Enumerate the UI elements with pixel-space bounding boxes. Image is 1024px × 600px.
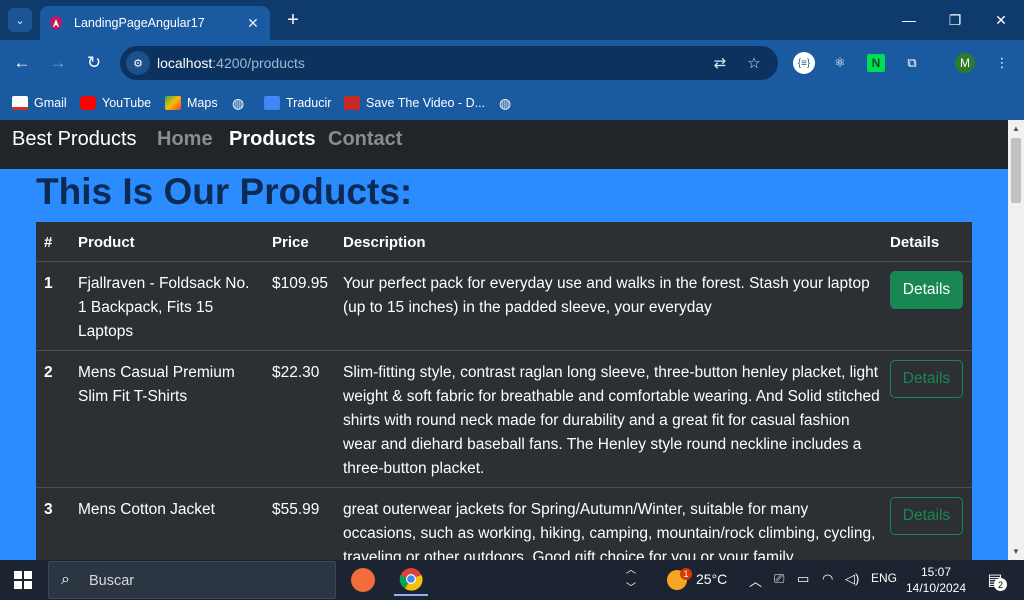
details-button[interactable]: Details: [890, 497, 963, 535]
bookmark-star-icon[interactable]: ☆: [744, 53, 764, 73]
translate-icon: [264, 96, 280, 110]
notification-count: 2: [994, 578, 1007, 591]
product-name: Mens Casual Premium Slim Fit T-Shirts: [78, 364, 235, 405]
menu-kebab-icon[interactable]: ⋮: [990, 51, 1014, 75]
chrome-icon: [399, 568, 423, 591]
product-name: Mens Cotton Jacket: [78, 501, 215, 518]
row-number: 1: [44, 275, 53, 292]
battery-icon[interactable]: ▭: [797, 571, 809, 587]
windows-taskbar: ⌕ Buscar ︿ ﹀ 1 25°C ︿ ⎚ ▭ ◠ ◁) ENG 15:07 …: [0, 560, 1024, 600]
product-name: Fjallraven - Foldsack No. 1 Backpack, Fi…: [78, 275, 250, 340]
page-viewport: Best Products Home Products Contact This…: [0, 120, 1008, 560]
row-number: 2: [44, 364, 53, 381]
forward-arrow-icon[interactable]: →: [45, 50, 71, 76]
table-row: 3 Mens Cotton Jacket $55.99 great outerw…: [36, 488, 972, 560]
bookmark-gmail[interactable]: Gmail: [12, 93, 67, 113]
header-price: Price: [272, 234, 309, 251]
nav-products[interactable]: Products: [229, 128, 316, 151]
weather-icon[interactable]: 1: [660, 564, 694, 596]
bookmark-globe-2[interactable]: ◍: [499, 93, 511, 113]
table-row: 2 Mens Casual Premium Slim Fit T-Shirts …: [36, 351, 972, 488]
page-title: This Is Our Products:: [36, 171, 413, 212]
translate-icon[interactable]: ⇄: [710, 53, 730, 73]
clock[interactable]: 15:07 14/10/2024: [905, 564, 967, 596]
product-price: $109.95: [272, 275, 329, 292]
extension-json-icon[interactable]: {≡}: [792, 51, 816, 75]
extensions-puzzle-icon[interactable]: ⧉: [900, 51, 924, 75]
product-price: $55.99: [272, 501, 320, 518]
bookmark-globe[interactable]: ◍: [232, 93, 244, 113]
tab-title: LandingPageAngular17: [74, 16, 205, 30]
weather-temp[interactable]: 25°C: [696, 571, 727, 587]
tab-search-button[interactable]: ⌄: [8, 8, 32, 32]
details-button[interactable]: Details: [890, 271, 963, 309]
bookmark-traducir[interactable]: Traducir: [264, 93, 331, 113]
product-price: $22.30: [272, 364, 320, 381]
new-tab-button[interactable]: +: [282, 8, 304, 32]
extension-n-icon[interactable]: N: [864, 51, 888, 75]
meet-icon[interactable]: ⎚: [774, 571, 784, 587]
tab-close-icon[interactable]: ✕: [244, 15, 262, 32]
navbar-brand[interactable]: Best Products: [12, 128, 137, 151]
search-icon: ⌕: [61, 571, 70, 588]
products-table: # Product Price Description Details 1 Fj…: [36, 222, 972, 560]
bookmark-youtube[interactable]: YouTube: [80, 93, 151, 113]
nav-contact[interactable]: Contact: [328, 128, 402, 151]
clock-time: 15:07: [920, 565, 952, 579]
restore-icon[interactable]: ❐: [943, 8, 967, 32]
bookmark-save-the-video[interactable]: Save The Video - D...: [344, 93, 485, 113]
address-bar[interactable]: ⚙ localhost:4200/products ⇄ ☆: [120, 46, 778, 80]
react-devtools-icon[interactable]: ⚛: [828, 51, 852, 75]
show-hidden-icons-chevron-icon[interactable]: ︿: [749, 571, 762, 590]
angular-favicon-icon: [50, 16, 62, 30]
search-placeholder: Buscar: [89, 573, 135, 589]
bookmarks-bar: Gmail YouTube Maps ◍ Traducir Save The V…: [0, 86, 1024, 120]
page-scrollbar[interactable]: ▲ ▼: [1008, 120, 1024, 560]
site-navbar: Best Products Home Products Contact: [0, 120, 1008, 169]
browser-tab-bar: ⌄ LandingPageAngular17 ✕ + — ❐ ✕: [0, 0, 1024, 40]
product-description: Your perfect pack for everyday use and w…: [343, 275, 870, 316]
header-product: Product: [78, 234, 135, 251]
weather-badge: 1: [680, 568, 692, 580]
scroll-down-icon[interactable]: ▼: [1012, 547, 1020, 556]
reload-icon[interactable]: ↻: [81, 50, 107, 76]
details-button[interactable]: Details: [890, 360, 963, 398]
bookmark-maps[interactable]: Maps: [165, 93, 218, 113]
language-indicator[interactable]: ENG: [871, 571, 897, 585]
profile-avatar[interactable]: M: [955, 53, 975, 73]
clock-date: 14/10/2024: [905, 581, 967, 595]
globe-icon: ◍: [232, 94, 245, 111]
taskbar-app-pen-icon[interactable]: [346, 564, 380, 596]
minimize-icon[interactable]: —: [897, 8, 921, 32]
notifications-icon[interactable]: ▤ 2: [978, 564, 1012, 596]
globe-icon: ◍: [499, 94, 512, 111]
back-arrow-icon[interactable]: ←: [9, 50, 35, 76]
wifi-icon[interactable]: ◠: [822, 571, 833, 587]
save-video-icon: [344, 96, 360, 110]
close-window-icon[interactable]: ✕: [989, 8, 1013, 32]
windows-start-icon[interactable]: [14, 571, 32, 589]
nav-home[interactable]: Home: [157, 128, 213, 151]
header-num: #: [44, 234, 53, 251]
table-header: # Product Price Description Details: [36, 222, 972, 262]
row-number: 3: [44, 501, 53, 518]
volume-icon[interactable]: ◁): [845, 571, 859, 587]
taskbar-chrome-icon[interactable]: [394, 564, 428, 596]
scrollbar-thumb[interactable]: [1011, 138, 1021, 203]
header-description: Description: [343, 234, 426, 251]
product-description: great outerwear jackets for Spring/Autum…: [343, 501, 876, 560]
scroll-up-icon[interactable]: ▲: [1012, 124, 1020, 133]
table-row: 1 Fjallraven - Foldsack No. 1 Backpack, …: [36, 262, 972, 351]
browser-toolbar: ← → ↻ ⚙ localhost:4200/products ⇄ ☆ {≡} …: [0, 40, 1024, 86]
maps-icon: [165, 96, 181, 110]
product-description: Slim-fitting style, contrast raglan long…: [343, 364, 880, 477]
url-text: localhost:4200/products: [157, 55, 305, 71]
browser-tab-active[interactable]: LandingPageAngular17 ✕: [40, 6, 270, 40]
gmail-icon: [12, 96, 28, 110]
site-info-icon[interactable]: ⚙: [126, 51, 150, 75]
taskbar-search[interactable]: ⌕ Buscar: [48, 561, 336, 599]
taskbar-scroll-icon[interactable]: ︿ ﹀: [626, 562, 636, 598]
header-details: Details: [890, 234, 940, 251]
youtube-icon: [80, 96, 96, 110]
